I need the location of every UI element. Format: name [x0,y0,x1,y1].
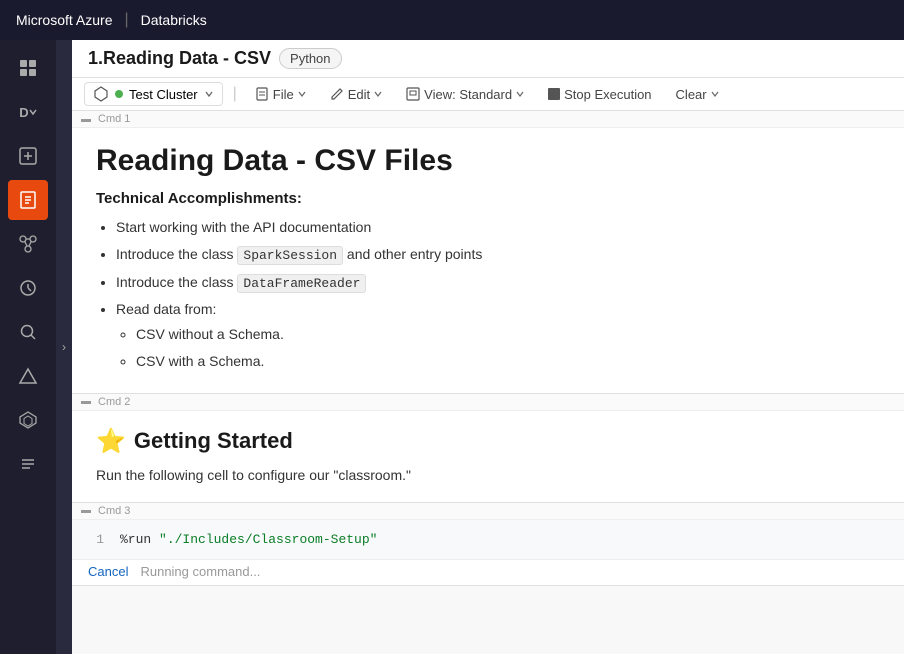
edit-btn[interactable]: Edit [322,84,390,105]
edit-chevron-icon [374,90,382,98]
star-icon: ⭐ [96,427,126,456]
sidebar-item-workspace[interactable] [8,48,48,88]
sub-bullet-list: CSV without a Schema. CSV with a Schema. [116,322,880,374]
cell-2-header: ▬ Cmd 2 [72,394,904,411]
file-btn-label: File [273,87,294,102]
view-btn-label: View: Standard [424,87,512,102]
cell-1-collapse-btn[interactable]: ▬ [80,113,92,125]
stop-btn-label: Stop Execution [564,87,651,102]
cell-2-content: ⭐ Getting Started Run the following cell… [72,411,904,502]
sidebar-item-history[interactable] [8,268,48,308]
sidebar-item-search[interactable] [8,312,48,352]
stop-icon [548,88,560,100]
product-label: Databricks [141,12,207,28]
cell-3-collapse-btn[interactable]: ▬ [80,505,92,517]
sidebar-item-notebook[interactable] [8,180,48,220]
cluster-name: Test Cluster [129,87,198,102]
cell-3-code-area[interactable]: 1 %run "./Includes/Classroom-Setup" [72,520,904,559]
content-area: 1.Reading Data - CSV Python Test Cluster… [72,40,904,654]
cell-2-heading: ⭐ Getting Started [96,427,880,456]
running-status: Running command... [140,564,260,579]
sidebar-expand-btn[interactable]: › [56,40,72,654]
sidebar-item-data[interactable]: D [8,92,48,132]
cell-1-content: Reading Data - CSV Files Technical Accom… [72,128,904,393]
view-icon [406,87,420,101]
cell-3-footer: Cancel Running command... [72,559,904,585]
code-content: %run "./Includes/Classroom-Setup" [120,532,377,547]
brand-label: Microsoft Azure [16,12,112,28]
edit-btn-label: Edit [348,87,370,102]
toolbar: Test Cluster | File Edit View: Standard [72,78,904,111]
cell-3: ▬ Cmd 3 1 %run "./Includes/Classroom-Set… [72,503,904,586]
cell-1-bullet-list: Start working with the API documentation… [96,215,880,375]
list-item: Introduce the class DataFrameReader [116,270,880,295]
cell-2: ▬ Cmd 2 ⭐ Getting Started Run the follow… [72,394,904,503]
notebook-header: 1.Reading Data - CSV Python [72,40,904,78]
list-item: CSV with a Schema. [136,349,880,374]
cell-2-cmd-label: Cmd 2 [98,396,130,408]
file-btn[interactable]: File [247,84,314,105]
sidebar-item-jobs[interactable] [8,224,48,264]
nav-divider: | [124,11,128,29]
notebook-title: 1.Reading Data - CSV [88,48,271,69]
view-chevron-icon [516,90,524,98]
clear-btn[interactable]: Clear [668,84,727,105]
cell-3-cmd-label: Cmd 3 [98,505,130,517]
cell-1-cmd-label: Cmd 1 [98,113,130,125]
inline-code-sparksession: SparkSession [237,246,343,265]
list-item: Read data from: CSV without a Schema. CS… [116,297,880,375]
language-badge[interactable]: Python [279,48,341,69]
view-btn[interactable]: View: Standard [398,84,532,105]
cells-area: ▬ Cmd 1 Reading Data - CSV Files Technic… [72,111,904,654]
line-number: 1 [88,532,104,547]
clear-chevron-icon [711,90,719,98]
cancel-link[interactable]: Cancel [88,564,128,579]
top-navbar: Microsoft Azure | Databricks [0,0,904,40]
inline-code-dataframereader: DataFrameReader [237,274,366,293]
cell-1: ▬ Cmd 1 Reading Data - CSV Files Technic… [72,111,904,394]
cell-1-header: ▬ Cmd 1 [72,111,904,128]
cell-1-heading: Reading Data - CSV Files [96,144,880,178]
cell-2-body: Run the following cell to configure our … [96,464,880,486]
cell-3-header: ▬ Cmd 3 [72,503,904,520]
clear-btn-label: Clear [676,87,707,102]
sidebar-item-clusters[interactable] [8,400,48,440]
list-item: Introduce the class SparkSession and oth… [116,242,880,267]
sidebar-item-new[interactable] [8,136,48,176]
chevron-down-icon [204,89,214,99]
cell-1-section-title: Technical Accomplishments: [96,190,880,207]
list-item: Start working with the API documentation [116,215,880,240]
main-layout: D [0,40,904,654]
sidebar: D [0,40,56,654]
stop-execution-btn[interactable]: Stop Execution [540,84,659,105]
cluster-icon [93,86,109,102]
edit-icon [330,87,344,101]
file-chevron-icon [298,90,306,98]
file-icon [255,87,269,101]
cluster-selector[interactable]: Test Cluster [84,82,223,106]
sidebar-item-list[interactable] [8,444,48,484]
cluster-status-dot [115,90,123,98]
sidebar-item-delta[interactable] [8,356,48,396]
code-line-1: 1 %run "./Includes/Classroom-Setup" [88,532,888,547]
list-item: CSV without a Schema. [136,322,880,347]
cell-2-collapse-btn[interactable]: ▬ [80,396,92,408]
